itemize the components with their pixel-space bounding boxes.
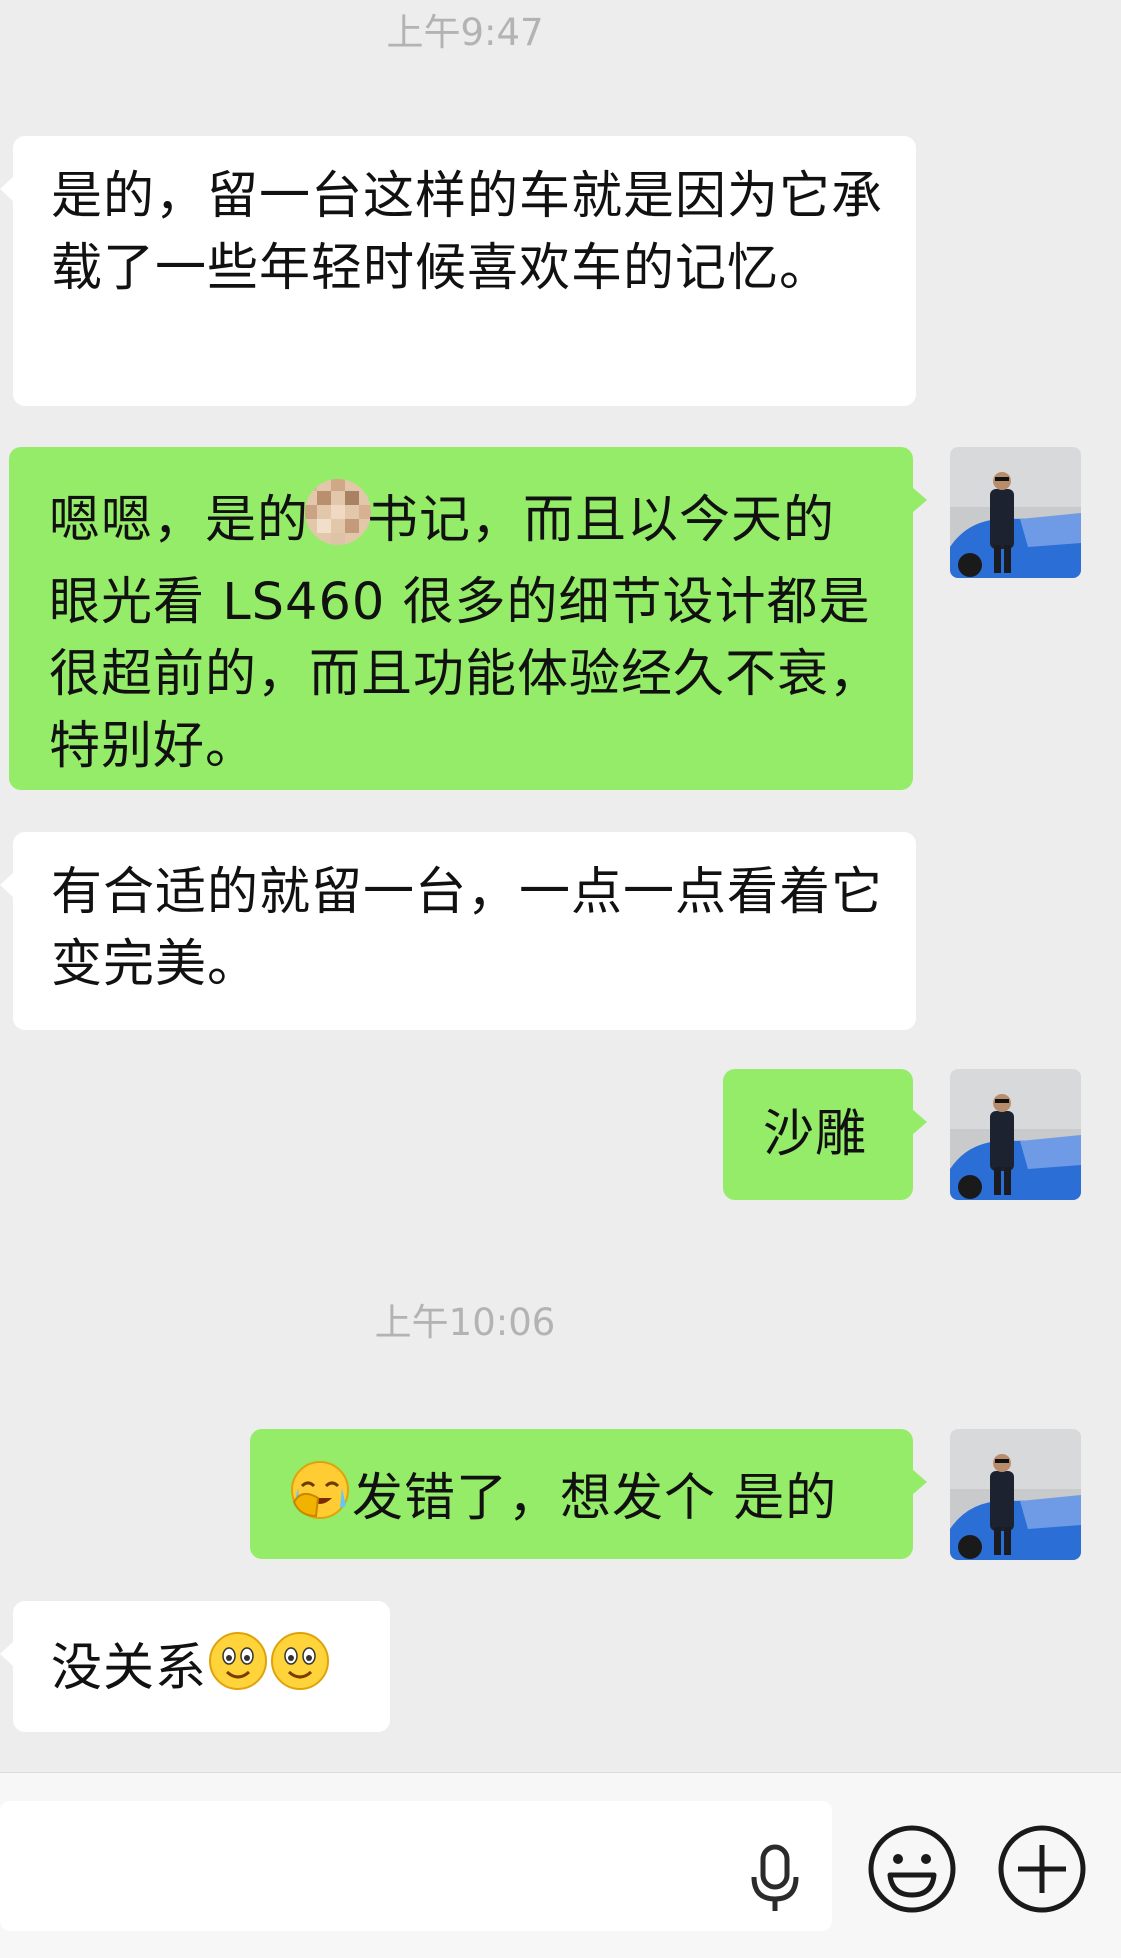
message-bubble-sent[interactable]: 嗯嗯，是的 书记，而且以今天的眼光看 LS460 很多的细节设计都是很超前的，而… xyxy=(9,447,927,790)
avatar-photo xyxy=(950,1069,1081,1200)
message-text-part: 嗯嗯，是的 xyxy=(49,491,310,550)
message-composer xyxy=(0,1772,1121,1958)
emoji-icon[interactable] xyxy=(866,1823,958,1915)
avatar-photo xyxy=(950,447,1081,578)
timestamp: 上午10:06 xyxy=(374,1301,556,1344)
message-text: 有合适的就留一台，一点一点看着它变完美。 xyxy=(51,863,884,994)
message-text: 沙雕 xyxy=(763,1105,868,1164)
smiley-face-emoji-icon xyxy=(269,1630,331,1712)
message-input[interactable] xyxy=(0,1801,832,1931)
message-bubble-received[interactable]: 没关系 xyxy=(0,1601,390,1732)
face-palm-crying-emoji-icon xyxy=(288,1458,352,1542)
message-text: 发错了，想发个 是的 xyxy=(352,1469,838,1528)
message-bubble-received[interactable]: 有合适的就留一台，一点一点看着它变完美。 xyxy=(0,832,916,1030)
timestamp: 上午9:47 xyxy=(386,11,544,54)
message-bubble-received[interactable]: 是的，留一台这样的车就是因为它承载了一些年轻时候喜欢车的记忆。 xyxy=(0,136,916,406)
message-text: 是的，留一台这样的车就是因为它承载了一些年轻时候喜欢车的记忆。 xyxy=(51,167,884,298)
avatar[interactable] xyxy=(950,447,1081,578)
microphone-icon[interactable] xyxy=(745,1843,805,1915)
message-bubble-sent[interactable]: 发错了，想发个 是的 xyxy=(250,1429,927,1559)
avatar[interactable] xyxy=(950,1069,1081,1200)
avatar-photo xyxy=(950,1429,1081,1560)
message-text: 没关系 xyxy=(51,1639,208,1698)
message-bubble-sent[interactable]: 沙雕 xyxy=(723,1069,927,1200)
smiley-face-emoji-icon xyxy=(207,1630,269,1712)
mosaic-censor-icon xyxy=(303,477,373,567)
avatar[interactable] xyxy=(950,1429,1081,1560)
plus-icon[interactable] xyxy=(996,1823,1088,1915)
